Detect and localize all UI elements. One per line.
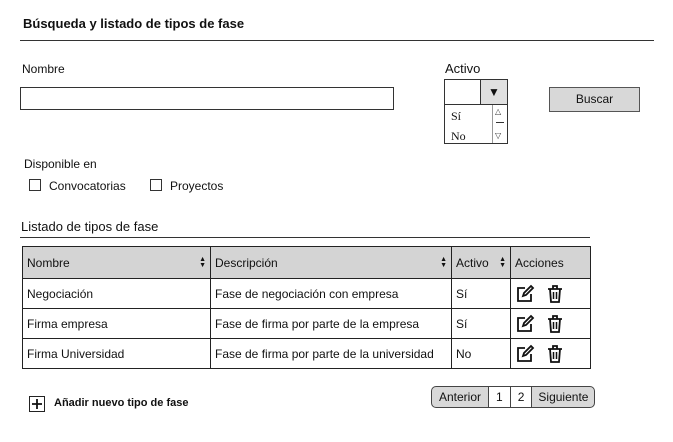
activo-select[interactable]: ▼ <box>444 79 508 105</box>
scroll-up-icon[interactable]: △ <box>495 108 501 116</box>
proyectos-checkbox[interactable] <box>150 179 162 191</box>
convocatorias-checkbox[interactable] <box>29 179 41 191</box>
edit-icon[interactable] <box>515 284 535 304</box>
edit-icon[interactable] <box>515 314 535 334</box>
sort-icon[interactable]: ▲ ▼ <box>199 256 206 269</box>
list-divider <box>20 237 590 238</box>
add-tipo-fase-link[interactable]: Añadir nuevo tipo de fase <box>54 397 188 409</box>
pagination-next-button[interactable]: Siguiente <box>531 387 594 407</box>
column-header-label: Descripción <box>215 255 278 270</box>
cell-acciones <box>510 308 591 339</box>
activo-label: Activo <box>445 61 481 76</box>
activo-option-no[interactable]: No <box>451 129 466 144</box>
trash-icon[interactable] <box>545 344 565 364</box>
column-header-label: Nombre <box>27 255 70 270</box>
pagination: Anterior 1 2 Siguiente <box>431 386 596 408</box>
activo-option-si[interactable]: Sí <box>451 109 461 124</box>
cell-activo: Sí <box>451 308 511 339</box>
options-scrollbar[interactable]: △ ▽ <box>492 105 507 143</box>
sort-icon[interactable]: ▲ ▼ <box>440 256 447 269</box>
cell-nombre: Negociación <box>22 278 211 309</box>
disponible-label: Disponible en <box>24 157 97 171</box>
cell-activo: Sí <box>451 278 511 309</box>
column-header-acciones: Acciones <box>510 246 591 279</box>
table-row: Firma empresa Fase de firma por parte de… <box>22 308 591 339</box>
table-header-row: Nombre ▲ ▼ Descripción ▲ ▼ Activo ▲ ▼ Acciones <box>22 246 591 279</box>
column-header-descripcion[interactable]: Descripción ▲ ▼ <box>210 246 452 279</box>
trash-icon[interactable] <box>545 314 565 334</box>
trash-icon[interactable] <box>545 284 565 304</box>
nombre-input[interactable] <box>20 87 394 110</box>
table-row: Negociación Fase de negociación con empr… <box>22 278 591 309</box>
nombre-label: Nombre <box>22 62 65 76</box>
activo-options-list: Sí No △ ▽ <box>444 105 508 144</box>
activo-selected-value <box>445 80 482 104</box>
proyectos-checkbox-label[interactable]: Proyectos <box>170 179 223 193</box>
sort-icon[interactable]: ▲ ▼ <box>499 256 506 269</box>
column-header-label: Activo <box>456 255 489 270</box>
edit-icon[interactable] <box>515 344 535 364</box>
scroll-thumb[interactable] <box>496 122 504 123</box>
cell-nombre: Firma Universidad <box>22 338 211 369</box>
column-header-label: Acciones <box>515 255 564 270</box>
table-row: Firma Universidad Fase de firma por part… <box>22 338 591 369</box>
pagination-prev-button[interactable]: Anterior <box>432 387 488 407</box>
dropdown-arrow-icon[interactable]: ▼ <box>480 80 507 104</box>
cell-descripcion: Fase de firma por parte de la universida… <box>210 338 452 369</box>
column-header-activo[interactable]: Activo ▲ ▼ <box>451 246 511 279</box>
cell-descripcion: Fase de negociación con empresa <box>210 278 452 309</box>
page-title: Búsqueda y listado de tipos de fase <box>23 16 245 31</box>
convocatorias-checkbox-label[interactable]: Convocatorias <box>49 179 126 193</box>
cell-acciones <box>510 278 591 309</box>
cell-nombre: Firma empresa <box>22 308 211 339</box>
column-header-nombre[interactable]: Nombre ▲ ▼ <box>22 246 211 279</box>
pagination-page-2[interactable]: 2 <box>509 387 532 407</box>
cell-descripcion: Fase de firma por parte de la empresa <box>210 308 452 339</box>
tipos-fase-table: Nombre ▲ ▼ Descripción ▲ ▼ Activo ▲ ▼ Acciones… <box>22 246 591 369</box>
title-divider <box>20 40 654 41</box>
cell-acciones <box>510 338 591 369</box>
scroll-down-icon[interactable]: ▽ <box>495 132 501 140</box>
buscar-button[interactable]: Buscar <box>549 87 640 112</box>
cell-activo: No <box>451 338 511 369</box>
pagination-page-1[interactable]: 1 <box>488 387 510 407</box>
list-title: Listado de tipos de fase <box>21 219 159 234</box>
add-icon[interactable] <box>29 396 45 412</box>
